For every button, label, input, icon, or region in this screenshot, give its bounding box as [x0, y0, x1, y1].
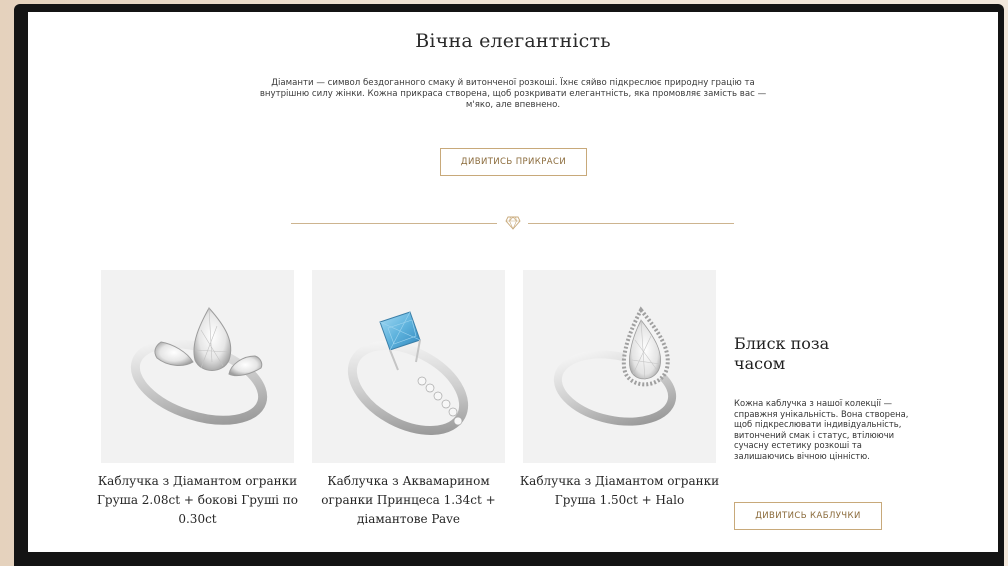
ring-image — [553, 306, 677, 426]
side-text-line: витончений смак і статус, втілюючи — [734, 429, 895, 440]
product-title[interactable]: Каблучка з Діамантом огранки Груша 1.50c… — [517, 472, 722, 510]
divider-line-left — [291, 223, 497, 224]
product-title-line: 0.30ct — [178, 512, 217, 526]
page-title: Вічна елегантність — [415, 30, 611, 52]
product-title-line: Каблучка з Діамантом огранки — [519, 474, 720, 488]
product-title-line: діамантове Pave — [357, 512, 460, 526]
product-image-pear-halo[interactable] — [523, 270, 716, 463]
product-image-pear-toi-et-moi[interactable] — [101, 270, 294, 463]
product-title-line: Груша 2.08ct + бокові Груші по — [96, 493, 299, 507]
view-jewelry-button[interactable]: ДИВИТИСЬ ПРИКРАСИ — [440, 148, 587, 176]
intro-line: Діаманти — символ бездоганного смаку й в… — [271, 78, 755, 88]
product-title[interactable]: Каблучка з Діамантом огранки Груша 2.08c… — [95, 472, 300, 529]
product-title-line: Каблучка з Аквамарином — [327, 474, 490, 488]
side-text-line: сучасну естетику розкоші та — [734, 440, 862, 451]
side-heading: Блиск поза часом — [734, 334, 894, 374]
product-title-line: Груша 1.50ct + Halo — [554, 493, 685, 507]
side-text-line: справжня унікальність. Вона створена, — [734, 408, 909, 419]
intro-line: м'яко, але впевнено. — [465, 100, 561, 110]
product-title-line: Каблучка з Діамантом огранки — [97, 474, 298, 488]
side-heading-line: Блиск поза — [734, 334, 830, 353]
side-heading-line: часом — [734, 354, 786, 373]
ring-image — [130, 307, 268, 425]
side-description: Кожна каблучка з нашої колекції — справж… — [734, 398, 939, 462]
diamond-icon — [505, 216, 521, 230]
divider-line-right — [528, 223, 734, 224]
product-title-line: огранки Принцеса 1.34ct + — [321, 493, 496, 507]
side-text-line: Кожна каблучка з нашої колекції — — [734, 398, 892, 408]
intro-line: внутрішню силу жінки. Кожна прикраса ств… — [259, 89, 767, 99]
side-text-line: щоб підкреслювати індивідуальність, — [734, 419, 902, 430]
side-text-line: залишаючись вічною цінністю. — [734, 450, 870, 461]
hero-intro: Діаманти — символ бездоганного смаку й в… — [228, 78, 798, 111]
page-viewport[interactable]: Вічна елегантність Діаманти — символ без… — [28, 12, 998, 552]
view-rings-button[interactable]: ДИВИТИСЬ КАБЛУЧКИ — [734, 502, 882, 530]
product-image-aquamarine-princess[interactable] — [312, 270, 505, 463]
ring-image — [347, 311, 469, 435]
product-title[interactable]: Каблучка з Аквамарином огранки Принцеса … — [306, 472, 511, 529]
